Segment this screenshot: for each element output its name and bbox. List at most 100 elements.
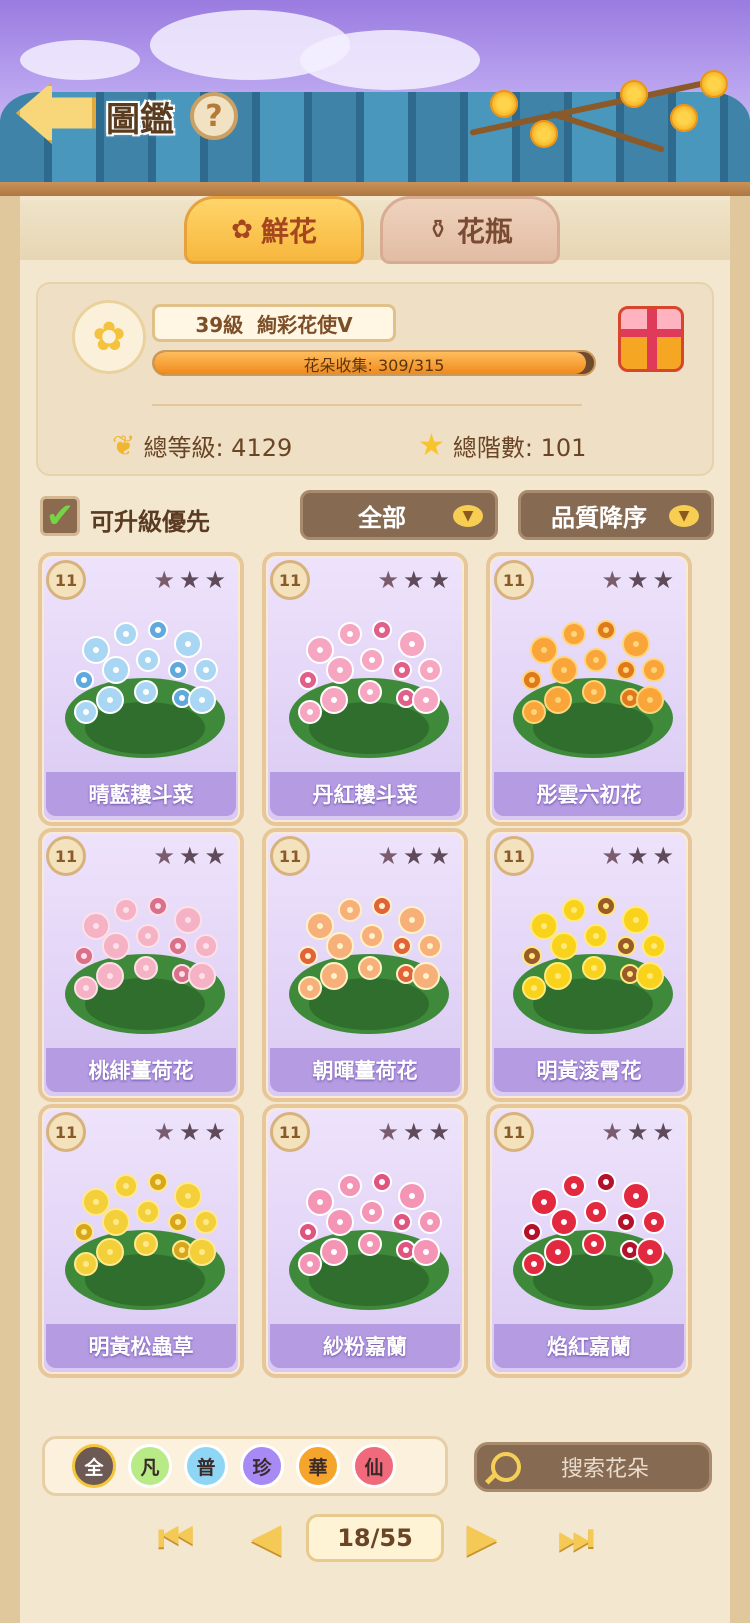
flower-center — [305, 1229, 311, 1235]
flower-card[interactable]: 11 ★ ★ ★ 明黃淩霄花 — [486, 828, 692, 1102]
flower-center — [529, 953, 535, 959]
blossom-icon — [700, 70, 728, 98]
flower-center — [571, 907, 577, 913]
help-button[interactable]: ? — [190, 92, 238, 140]
flower-center — [603, 903, 609, 909]
flower-center — [571, 1183, 577, 1189]
blossom-icon — [490, 90, 518, 118]
flower-card[interactable]: 11 ★ ★ ★ 彤雲六初花 — [486, 552, 692, 826]
flower-center — [305, 677, 311, 683]
star-icon: ★ — [418, 428, 445, 463]
search-input[interactable]: 搜索花朵 — [474, 1442, 712, 1492]
star-filled-icon: ★ — [601, 842, 623, 870]
flower-name: 焰紅嘉蘭 — [494, 1324, 684, 1368]
search-placeholder: 搜索花朵 — [560, 1457, 649, 1482]
rose-icon: ✿ — [231, 215, 253, 245]
collection-progress-text: 花朵收集: 309/315 — [303, 356, 445, 375]
star-empty-icon: ★ — [178, 566, 201, 594]
flower-center — [427, 943, 433, 949]
star-filled-icon: ★ — [377, 842, 399, 870]
flower-card[interactable]: 11 ★ ★ ★ 丹紅耬斗菜 — [262, 552, 468, 826]
flower-center — [379, 627, 385, 633]
divider — [152, 404, 582, 406]
prev-page-button[interactable]: ◀ — [236, 1510, 296, 1566]
card-level-badge: 11 — [46, 1112, 86, 1152]
flower-card[interactable]: 11 ★ ★ ★ 紗粉嘉蘭 — [262, 1104, 468, 1378]
cloud — [300, 30, 480, 90]
flower-center — [403, 971, 409, 977]
flower-center — [203, 667, 209, 673]
flower-card[interactable]: 11 ★ ★ ★ 明黃松蟲草 — [38, 1104, 244, 1378]
quality-common-button[interactable]: 凡 — [128, 1444, 172, 1488]
flower-name: 朝暉薑荷花 — [270, 1048, 460, 1092]
flower-name: 彤雲六初花 — [494, 772, 684, 816]
total-level-text: 總等級: 4129 — [143, 434, 293, 462]
flower-card[interactable]: 11 ★ ★ ★ 朝暉薑荷花 — [262, 828, 468, 1102]
next-page-icon: ▶ — [466, 1515, 498, 1561]
flower-center — [561, 943, 567, 949]
star-filled-icon: ★ — [601, 566, 623, 594]
flower-center — [305, 953, 311, 959]
flower-center — [107, 697, 113, 703]
card-level-badge: 11 — [494, 560, 534, 600]
star-empty-icon: ★ — [428, 842, 450, 870]
first-page-icon: ⏮ — [158, 1515, 194, 1561]
flower-center — [93, 923, 99, 929]
tab-fresh-flowers[interactable]: ✿ 鮮花 — [184, 196, 364, 264]
gift-box-button[interactable] — [618, 306, 684, 372]
flower-card[interactable]: 11 ★ ★ ★ 晴藍耬斗菜 — [38, 552, 244, 826]
flower-card[interactable]: 11 ★ ★ ★ 桃緋薑荷花 — [38, 828, 244, 1102]
flower-center — [529, 677, 535, 683]
flower-center — [651, 1219, 657, 1225]
flower-center — [627, 695, 633, 701]
flower-card[interactable]: 11 ★ ★ ★ 焰紅嘉蘭 — [486, 1104, 692, 1378]
star-empty-icon: ★ — [626, 566, 649, 594]
flower-center — [83, 985, 89, 991]
flower-center — [647, 1249, 653, 1255]
card-star-rating: ★ ★ ★ — [601, 1118, 674, 1146]
next-page-button[interactable]: ▶ — [452, 1510, 512, 1566]
flower-center — [123, 907, 129, 913]
flower-center — [331, 973, 337, 979]
category-dropdown-label: 全部 — [358, 503, 406, 532]
star-filled-icon: ★ — [377, 1118, 399, 1146]
tab-bar — [20, 200, 730, 260]
flower-center — [145, 657, 151, 663]
flower-center — [155, 1179, 161, 1185]
page-title: 圖鑑 — [106, 100, 174, 140]
tab-vases[interactable]: ⚱ 花瓶 — [380, 196, 560, 264]
search-icon — [491, 1452, 521, 1482]
last-page-icon: ⏭ — [558, 1515, 594, 1561]
star-filled-icon: ★ — [153, 842, 175, 870]
upgrade-first-checkbox[interactable]: ✔ — [40, 496, 80, 536]
flower-center — [623, 1219, 629, 1225]
first-page-button[interactable]: ⏮ — [146, 1510, 206, 1566]
flower-center — [399, 1219, 405, 1225]
flower-center — [403, 695, 409, 701]
flower-center — [409, 917, 415, 923]
flower-center — [93, 1199, 99, 1205]
quality-all-button[interactable]: 全 — [72, 1444, 116, 1488]
flower-center — [307, 1261, 313, 1267]
flower-center — [427, 1219, 433, 1225]
flower-center — [399, 943, 405, 949]
flower-center — [185, 917, 191, 923]
category-dropdown[interactable]: 全部 ▼ — [300, 490, 498, 540]
card-level-badge: 11 — [494, 836, 534, 876]
quality-legend-button[interactable]: 仙 — [352, 1444, 396, 1488]
quality-epic-button[interactable]: 華 — [296, 1444, 340, 1488]
flower-center — [317, 647, 323, 653]
card-star-rating: ★ ★ ★ — [601, 842, 674, 870]
flower-center — [337, 667, 343, 673]
card-star-rating: ★ ★ ★ — [153, 1118, 226, 1146]
last-page-button[interactable]: ⏭ — [546, 1510, 606, 1566]
blossom-icon — [620, 80, 648, 108]
quality-rare-button[interactable]: 珍 — [240, 1444, 284, 1488]
flower-center — [107, 973, 113, 979]
sort-dropdown[interactable]: 品質降序 ▼ — [518, 490, 714, 540]
flower-center — [647, 973, 653, 979]
card-star-rating: ★ ★ ★ — [601, 566, 674, 594]
flower-center — [423, 973, 429, 979]
star-empty-icon: ★ — [402, 842, 425, 870]
quality-normal-button[interactable]: 普 — [184, 1444, 228, 1488]
